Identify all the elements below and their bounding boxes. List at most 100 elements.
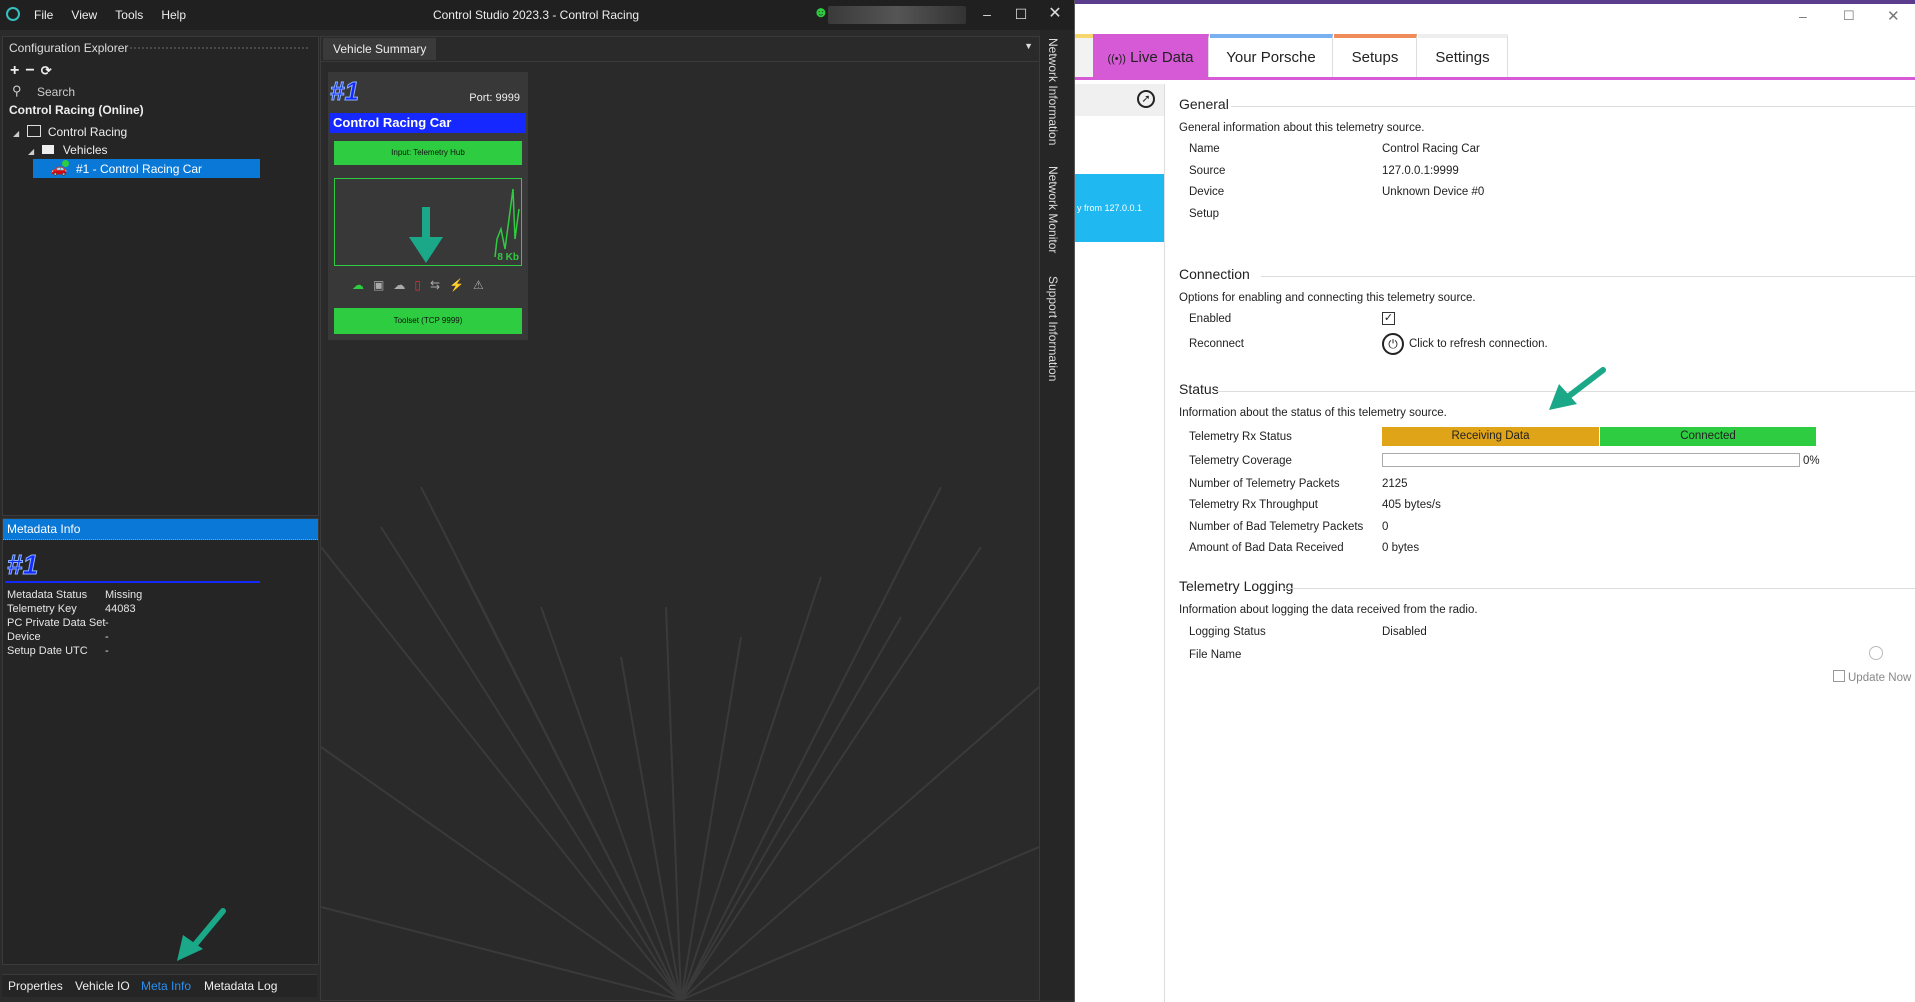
coverage-value: 0%	[1803, 455, 1820, 467]
power-bolt-icon: ⚡	[449, 278, 473, 292]
copy-icon[interactable]	[1869, 646, 1883, 660]
throughput-graph: 8 Kb	[334, 178, 522, 266]
side-tab-network-monitor[interactable]: Network Monitor	[1046, 166, 1060, 253]
tab-vehicle-io[interactable]: Vehicle IO	[75, 979, 130, 993]
throughput-label: Telemetry Rx Throughput	[1189, 499, 1318, 511]
status-title: Status	[1179, 381, 1219, 397]
general-name-value: Control Racing Car	[1382, 143, 1480, 155]
tab-meta-info[interactable]: Meta Info	[141, 979, 191, 993]
warning-icon: ⚠	[472, 278, 493, 292]
tree-folder-vehicles[interactable]: ◢ Vehicles	[28, 143, 108, 157]
tab-live-data[interactable]: ((•)) Live Data	[1093, 34, 1209, 78]
online-dot-icon	[62, 160, 69, 167]
rx-status-label: Telemetry Rx Status	[1189, 431, 1292, 443]
metadata-info-panel: Metadata Info #1 Metadata Status Missing …	[2, 518, 319, 965]
tab-metadata-log[interactable]: Metadata Log	[204, 979, 277, 993]
connection-desc: Options for enabling and connecting this…	[1179, 292, 1476, 304]
connection-status-label: Control Racing (Online)	[9, 103, 144, 117]
live-data-details: General General information about this t…	[1165, 84, 1915, 1002]
window-top-border	[1075, 0, 1915, 4]
menu-view[interactable]: View	[71, 8, 97, 22]
user-icon[interactable]: ☻	[813, 4, 829, 21]
card-status-icons: ☁▣☁▯⇆⚡⚠	[352, 278, 512, 292]
side-tab-support-information[interactable]: Support Information	[1046, 276, 1060, 381]
remove-icon[interactable]: −	[25, 62, 40, 79]
sync-icon: ⇆	[429, 278, 450, 292]
section-divider	[1231, 106, 1915, 107]
tab-your-porsche[interactable]: Your Porsche	[1210, 34, 1333, 78]
logging-title: Telemetry Logging	[1179, 578, 1294, 594]
collapse-arrow-icon[interactable]: ◢	[28, 147, 34, 156]
explorer-header: Configuration Explorer	[3, 37, 318, 59]
tab-settings[interactable]: Settings	[1418, 34, 1508, 78]
source-list-item-selected[interactable]: y from 127.0.0.1	[1075, 174, 1164, 242]
general-setup-label: Setup	[1189, 208, 1220, 220]
packets-value: 2125	[1382, 478, 1408, 490]
meta-label: PC Private Data Set	[7, 617, 106, 629]
meta-value: 44083	[105, 603, 136, 615]
tree-root-control-racing[interactable]: ◢ Control Racing	[13, 125, 127, 139]
tab-setups[interactable]: Setups	[1334, 34, 1417, 78]
explorer-toolbar: +−⟳	[10, 62, 58, 80]
menu-bar: File View Tools Help	[34, 8, 201, 22]
collapse-arrow-icon[interactable]: ◢	[13, 129, 19, 138]
meta-label: Telemetry Key	[7, 603, 77, 615]
coverage-progress-bar	[1382, 453, 1800, 467]
search-box[interactable]: ⚲ Search	[9, 81, 309, 101]
side-tab-network-information[interactable]: Network Information	[1046, 38, 1060, 145]
packets-label: Number of Telemetry Packets	[1189, 478, 1340, 490]
side-tab-strip: Network Information Network Monitor Supp…	[1040, 30, 1074, 1000]
laptop-icon: ▣	[373, 278, 394, 292]
card-input-badge: Input: Telemetry Hub	[334, 141, 522, 165]
telemetry-window: – ☐ ✕ ((•)) Live Data Your Porsche Setup…	[1074, 0, 1915, 1002]
cloud-icon: ☁	[393, 278, 415, 292]
explorer-title: Configuration Explorer	[9, 41, 129, 55]
maximize-button[interactable]: ☐	[1006, 3, 1036, 25]
vehicle-summary-panel: Vehicle Summary ▼ #1 Port: 9999 Control …	[320, 36, 1040, 1001]
maximize-button[interactable]: ☐	[1843, 8, 1855, 24]
add-icon[interactable]: +	[10, 62, 25, 79]
dashboard-gauge-icon[interactable]: ➚	[1137, 90, 1155, 108]
bottom-tab-bar: Properties Vehicle IO Meta Info Metadata…	[2, 974, 317, 997]
number-underline	[5, 581, 260, 583]
update-now-label: Update Now	[1848, 672, 1912, 684]
coverage-label: Telemetry Coverage	[1189, 455, 1292, 467]
close-button[interactable]: ✕	[1040, 3, 1070, 25]
tab-vehicle-summary[interactable]: Vehicle Summary	[323, 38, 437, 60]
menu-help[interactable]: Help	[161, 8, 186, 22]
tree-root-label: Control Racing	[47, 125, 128, 139]
refresh-connection-icon[interactable]: ⏻	[1382, 333, 1404, 355]
refresh-icon[interactable]: ⟳	[41, 63, 58, 78]
card-car-name: Control Racing Car	[330, 113, 526, 133]
logging-desc: Information about logging the data recei…	[1179, 604, 1478, 616]
throughput-value: 405 bytes/s	[1382, 499, 1441, 511]
bad-data-label: Amount of Bad Data Received	[1189, 542, 1344, 554]
menu-file[interactable]: File	[34, 8, 53, 22]
reconnect-text[interactable]: Click to refresh connection.	[1409, 338, 1548, 350]
source-list-header: ➚	[1075, 84, 1164, 116]
enabled-checkbox[interactable]: ✓	[1382, 312, 1395, 325]
menu-tools[interactable]: Tools	[115, 8, 143, 22]
card-car-number: #1	[330, 76, 360, 107]
garage-icon	[26, 125, 41, 137]
panel-grip	[129, 46, 310, 50]
bad-packets-label: Number of Bad Telemetry Packets	[1189, 521, 1364, 533]
status-desc: Information about the status of this tel…	[1179, 407, 1447, 419]
update-now-button[interactable]: Update Now	[1833, 670, 1911, 684]
vehicle-card[interactable]: #1 Port: 9999 Control Racing Car Input: …	[328, 72, 528, 340]
minimize-button[interactable]: –	[1799, 8, 1807, 24]
folder-icon	[41, 145, 54, 154]
tree-folder-label: Vehicles	[62, 143, 108, 157]
tree-item-vehicle-selected[interactable]: 🚗 #1 - Control Racing Car	[33, 159, 260, 178]
tab-partial[interactable]	[1075, 34, 1093, 78]
window-title: Control Studio 2023.3 - Control Racing	[432, 8, 640, 22]
general-name-label: Name	[1189, 143, 1220, 155]
card-toolset-badge: Toolset (TCP 9999)	[334, 308, 522, 334]
configuration-explorer-panel: Configuration Explorer +−⟳ ⚲ Search Cont…	[2, 36, 319, 516]
minimize-button[interactable]: –	[972, 3, 1002, 25]
close-button[interactable]: ✕	[1887, 7, 1900, 25]
tab-properties[interactable]: Properties	[8, 979, 63, 993]
general-device-value: Unknown Device #0	[1382, 186, 1485, 198]
tab-dropdown-icon[interactable]: ▼	[1024, 41, 1033, 51]
user-name-redacted	[828, 6, 966, 24]
